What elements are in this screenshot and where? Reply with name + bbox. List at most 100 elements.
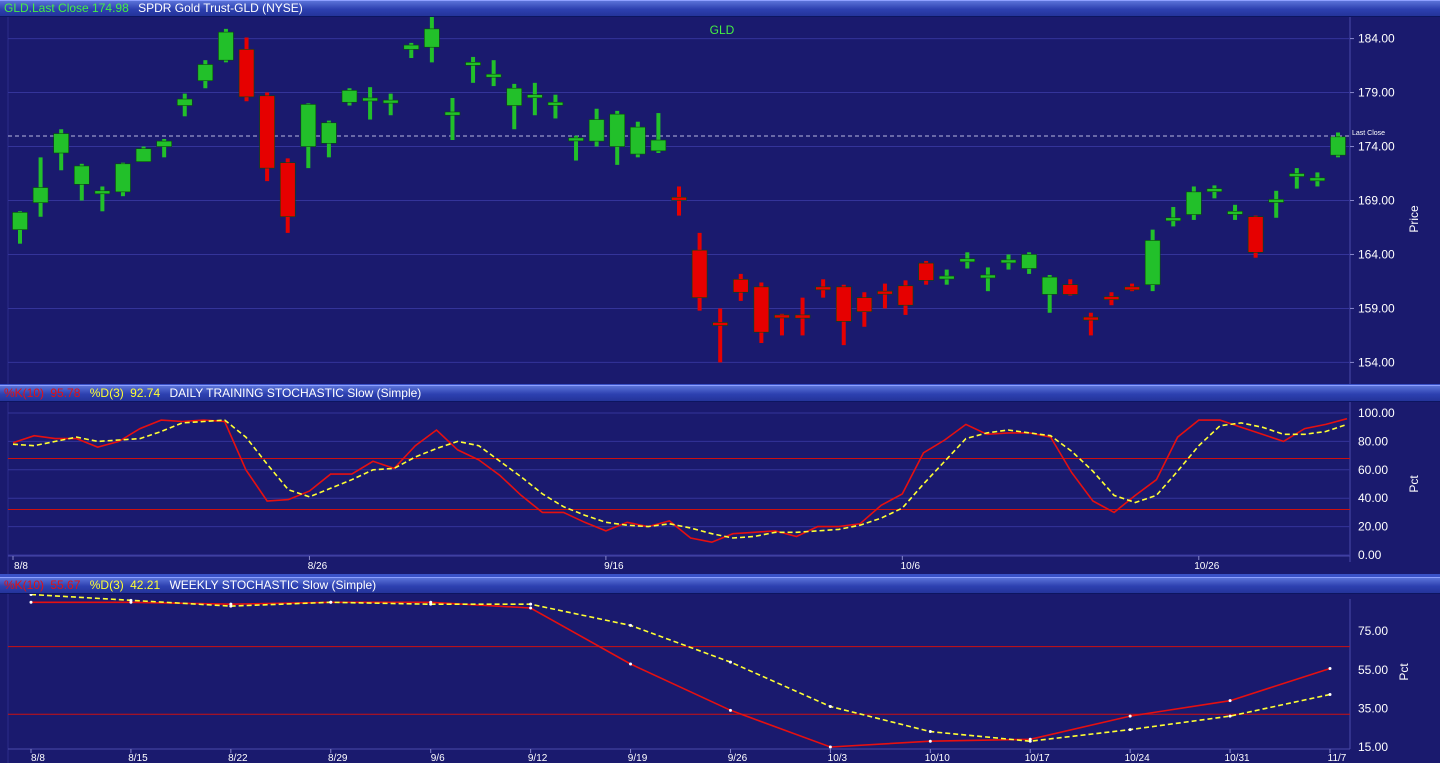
candle-body: [382, 99, 399, 104]
y-tick-label: 154.00: [1358, 355, 1395, 369]
weekly-k-value: 55.67: [50, 578, 81, 592]
x-tick-label: 8/26: [308, 561, 328, 572]
candle-body: [1206, 188, 1223, 192]
candle-body: [94, 190, 111, 195]
data-point: [129, 598, 133, 602]
daily-stochastic-title: DAILY TRAINING STOCHASTIC Slow (Simple): [169, 386, 422, 400]
candle-body: [732, 278, 749, 293]
candle-body: [856, 297, 873, 312]
data-point: [828, 745, 832, 749]
candle-body: [691, 249, 708, 298]
x-tick-label: 8/22: [228, 753, 248, 763]
d-line-series: [30, 594, 1331, 743]
candle-body: [1021, 254, 1037, 269]
candle-body: [1309, 177, 1326, 182]
candle-body: [671, 196, 687, 201]
x-tick-label: 10/10: [925, 753, 950, 763]
data-point: [828, 704, 832, 708]
data-point: [629, 662, 633, 666]
candle-body: [712, 322, 728, 326]
y-tick-label: 0.00: [1358, 548, 1382, 562]
last-close-label: Last Close: [1352, 130, 1385, 137]
candle-body: [630, 126, 646, 155]
y-tick-label: 75.00: [1358, 624, 1388, 638]
y-tick-label: 184.00: [1358, 32, 1395, 46]
candle-body: [609, 113, 626, 147]
candle-body: [877, 290, 893, 295]
data-point: [1328, 667, 1332, 671]
d-line-series: [12, 419, 1348, 539]
data-point: [429, 602, 433, 606]
candle-body: [341, 90, 358, 103]
weekly-d-value: 42.21: [130, 578, 161, 592]
symbol-description: SPDR Gold Trust-GLD (NYSE): [138, 1, 303, 15]
x-tick-label: 9/12: [528, 753, 548, 763]
y-tick-label: 100.00: [1358, 406, 1395, 420]
y-tick-label: 174.00: [1358, 140, 1395, 154]
candle-body: [918, 262, 934, 281]
candle-body: [753, 286, 770, 333]
candle-body: [959, 258, 976, 263]
candle-body: [1000, 259, 1017, 264]
candle-body: [815, 286, 831, 291]
y-tick-label: 35.00: [1358, 701, 1388, 715]
x-tick-label: 10/3: [828, 753, 848, 763]
candle-body: [403, 44, 420, 50]
y-axis-label: Pct: [1407, 475, 1421, 493]
candle-body: [1103, 296, 1120, 300]
data-point: [329, 600, 333, 604]
daily-k-value: 95.78: [50, 386, 81, 400]
candle-body: [506, 87, 523, 106]
y-axis-label: Pct: [1397, 663, 1411, 681]
data-point: [1028, 739, 1032, 743]
daily-d-value: 92.74: [130, 386, 161, 400]
chart-title: GLD: [710, 23, 735, 37]
y-tick-label: 179.00: [1358, 86, 1395, 100]
last-close-value: 174.98: [92, 1, 129, 15]
candle-body: [1083, 316, 1099, 321]
x-tick-label: 11/7: [1328, 753, 1347, 763]
y-tick-label: 60.00: [1358, 463, 1388, 477]
x-tick-label: 9/6: [431, 753, 445, 763]
candle-body: [1186, 191, 1202, 215]
candle-body: [547, 101, 564, 106]
candle-body: [774, 314, 790, 319]
candle-body: [321, 122, 337, 144]
weekly-stochastic-title: WEEKLY STOCHASTIC Slow (Simple): [169, 578, 377, 592]
candle-body: [568, 137, 584, 142]
candle-body: [1124, 286, 1140, 291]
y-tick-label: 40.00: [1358, 491, 1388, 505]
data-point: [728, 660, 732, 664]
x-tick-label: 9/19: [628, 753, 648, 763]
candle-body: [527, 94, 543, 99]
candle-body: [835, 286, 852, 322]
data-point: [728, 708, 732, 712]
symbol-label: GLD.Last Close: [4, 1, 89, 15]
y-tick-label: 159.00: [1358, 301, 1395, 315]
y-tick-label: 15.00: [1358, 740, 1388, 754]
candle-body: [362, 97, 378, 102]
x-tick-label: 8/29: [328, 753, 348, 763]
x-tick-label: 8/8: [14, 561, 28, 572]
k-line-series: [12, 417, 1348, 544]
x-tick-label: 9/26: [728, 753, 748, 763]
weekly-k-label: %K(10): [4, 578, 45, 592]
x-tick-label: 10/17: [1025, 753, 1050, 763]
daily-d-label: %D(3): [89, 386, 124, 400]
candle-body: [980, 274, 996, 279]
candle-body: [938, 275, 955, 280]
candle-body: [1330, 136, 1346, 156]
candle-body: [444, 111, 461, 116]
weekly-stochastic-chart: 75.00 55.00 35.00 15.00 Pct 8/8 8/15 8/22 8/29 9/…: [7, 594, 1411, 763]
x-tick-label: 10/6: [901, 561, 921, 572]
data-point: [229, 604, 233, 608]
candle-body: [1247, 216, 1264, 253]
candle-body: [1268, 199, 1285, 203]
candle-body: [1289, 173, 1305, 177]
x-tick-label: 10/24: [1125, 753, 1150, 763]
candle-body: [1062, 284, 1079, 295]
candle-body: [300, 104, 317, 147]
x-tick-label: 9/16: [604, 561, 624, 572]
candle-body: [197, 64, 214, 81]
data-point: [1228, 699, 1232, 703]
